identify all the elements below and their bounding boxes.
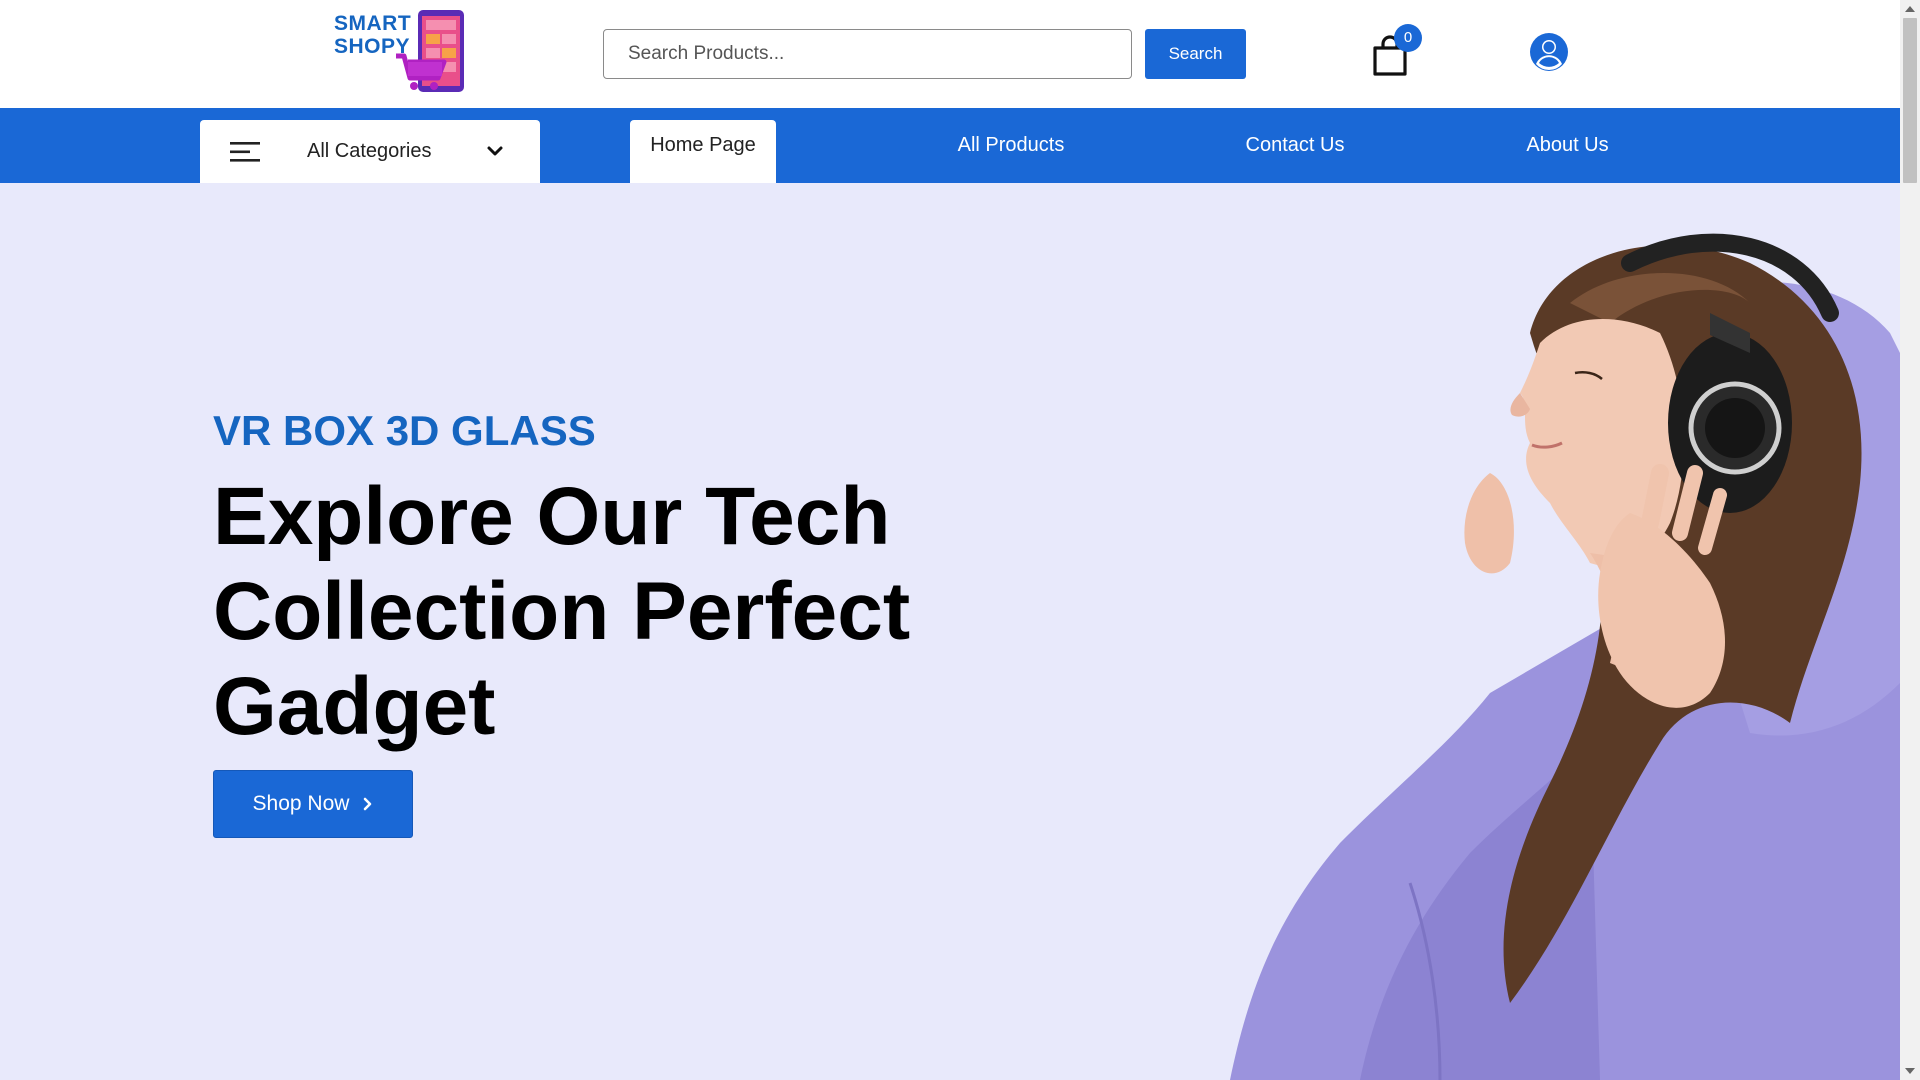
shop-now-label: Shop Now <box>252 792 350 815</box>
scroll-down-arrow-icon[interactable] <box>1905 1068 1915 1074</box>
hero-model-image <box>1230 233 1900 1080</box>
hero-banner: VR BOX 3D GLASS Explore Our Tech Collect… <box>0 183 1900 1080</box>
cart-count-badge: 0 <box>1394 24 1422 52</box>
main-nav: All Categories Home Page All Products Co… <box>0 108 1900 183</box>
search-button[interactable]: Search <box>1145 29 1246 79</box>
site-header: SMART SHOPY Search 0 <box>0 0 1900 108</box>
all-categories-dropdown[interactable]: All Categories <box>200 120 540 183</box>
tab-about-us[interactable]: About Us <box>1500 120 1635 183</box>
hero-eyebrow: VR BOX 3D GLASS <box>213 407 596 454</box>
hero-title: Explore Our Tech Collection Perfect Gadg… <box>213 469 993 754</box>
user-circle-icon[interactable] <box>1529 32 1569 72</box>
shop-now-button[interactable]: Shop Now <box>213 770 413 838</box>
scroll-thumb[interactable] <box>1903 18 1917 183</box>
tab-all-products[interactable]: All Products <box>940 120 1082 183</box>
phone-cart-logo-icon <box>396 10 464 92</box>
categories-label: All Categories <box>307 140 432 162</box>
chevron-right-icon <box>364 797 372 811</box>
hero-title-line-3: Gadget <box>213 661 496 752</box>
search-input[interactable] <box>603 29 1132 79</box>
logo[interactable]: SMART SHOPY <box>334 8 466 96</box>
cart-button[interactable]: 0 <box>1370 24 1422 76</box>
chevron-down-icon <box>487 146 503 156</box>
hero-title-line-2: Collection Perfect <box>213 566 911 657</box>
page-scrollbar[interactable] <box>1900 0 1920 1080</box>
menu-icon <box>230 142 260 162</box>
tab-home-page[interactable]: Home Page <box>630 120 776 183</box>
hero-title-line-1: Explore Our Tech <box>213 471 891 562</box>
scroll-up-arrow-icon[interactable] <box>1905 6 1915 12</box>
tab-contact-us[interactable]: Contact Us <box>1230 120 1360 183</box>
